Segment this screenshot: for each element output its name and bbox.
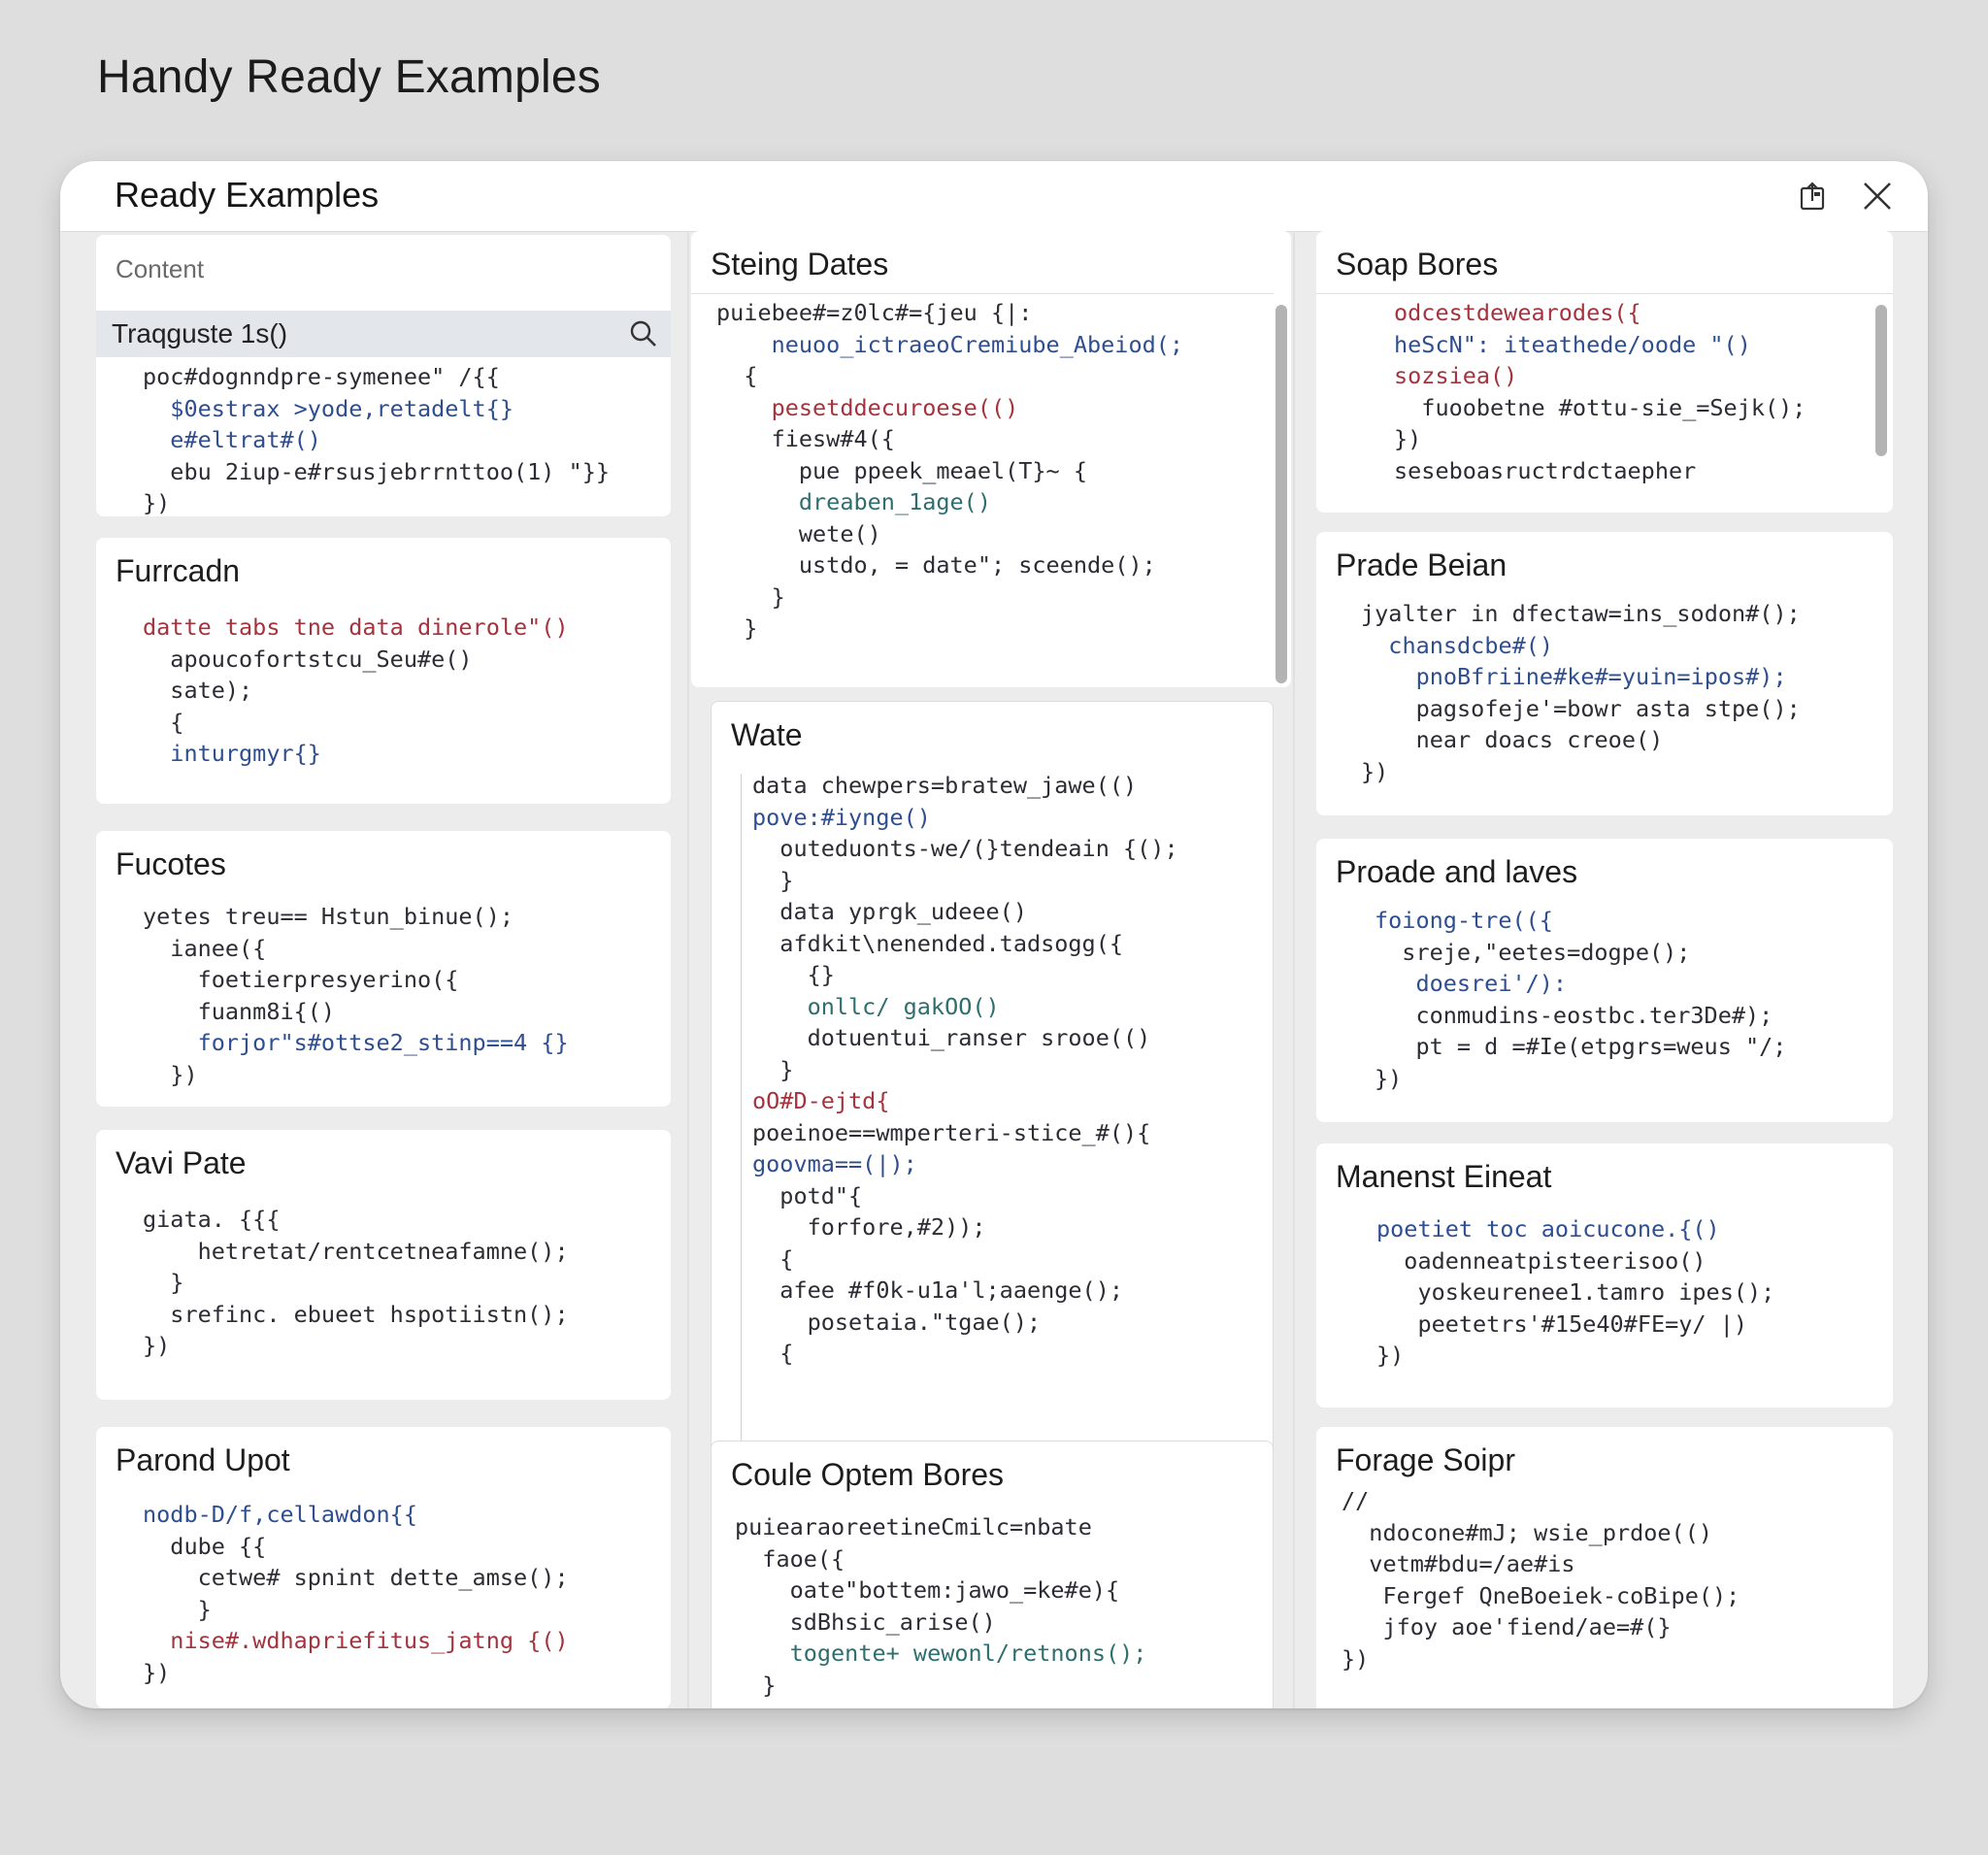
code-snippet: foiong-tre(({ sreje,"eetes=dogpe(); does…: [1375, 907, 1787, 1092]
code-snippet: data chewpers=bratew_jawe(() pove:#iynge(…: [752, 772, 1178, 1367]
card-title: Prade Beian: [1336, 547, 1508, 582]
example-card[interactable]: Furrcadn datte tabs tne data dinerole"()…: [96, 538, 671, 804]
card-title: Vavi Pate: [116, 1145, 247, 1180]
card-title: Fucotes: [116, 846, 226, 881]
code-snippet: datte tabs tne data dinerole"() apoucofo…: [143, 613, 569, 767]
close-button[interactable]: [1856, 175, 1899, 217]
example-card[interactable]: Forage Soipr // ndocone#mJ; wsie_prdoe((…: [1316, 1427, 1893, 1708]
code-snippet: jyalter in dfectaw=ins_sodon#(); chansdc…: [1361, 600, 1801, 785]
card-title: Wate: [731, 717, 803, 752]
column-divider: [1293, 231, 1295, 1708]
page-title: Handy Ready Examples: [97, 51, 601, 103]
code-snippet: // ndocone#mJ; wsie_prdoe(() vetm#bdu=/a…: [1342, 1487, 1740, 1673]
card-title: Forage Soipr: [1336, 1442, 1515, 1477]
code-snippet: poetiet toc aoicucone.{() oadenneatpiste…: [1376, 1215, 1775, 1369]
example-card[interactable]: Parond Upot nodb-D/f,cellawdon{{ dube {{…: [96, 1427, 671, 1708]
card-title: Furrcadn: [116, 553, 241, 588]
scrollbar[interactable]: [1875, 305, 1887, 456]
column-divider: [687, 231, 689, 1708]
close-icon: [1864, 182, 1891, 210]
card-title: Parond Upot: [116, 1442, 290, 1477]
content-label: Content: [116, 254, 205, 283]
example-card[interactable]: Vavi Pate giata. {{{ hetretat/rentcetnea…: [96, 1130, 671, 1400]
card-divider: [691, 293, 1274, 294]
code-snippet: giata. {{{ hetretat/rentcetneafamne(); }…: [143, 1206, 569, 1359]
card-title: Coule Optem Bores: [731, 1457, 1005, 1492]
scrollbar[interactable]: [1276, 305, 1287, 683]
card-title: Soap Bores: [1336, 247, 1499, 282]
search-row[interactable]: Traqguste 1s(): [96, 311, 671, 357]
code-snippet: yetes treu== Hstun_binue(); ianee({ foet…: [143, 903, 569, 1088]
example-card[interactable]: Prade Beian jyalter in dfectaw=ins_sodon…: [1316, 532, 1893, 815]
code-snippet: poc#dognndpre-symenee" /{{ $0estrax >yod…: [143, 363, 611, 516]
card-title: Steing Dates: [711, 247, 889, 282]
dialog-header: Ready Examples: [60, 161, 1928, 232]
code-snippet: puiearaoreetineCmilc=nbate faoe({ oate"b…: [735, 1513, 1147, 1699]
example-card[interactable]: Soap Bores odcestdewearodes({heScN": ite…: [1316, 231, 1893, 513]
search-icon[interactable]: [628, 318, 659, 349]
example-card[interactable]: Steing Dates puiebee#=z0lc#={jeu {|: neu…: [691, 231, 1291, 687]
content-search-panel: Content Traqguste 1s() poc#dognndpre-sym…: [96, 235, 671, 516]
export-icon: [1800, 182, 1825, 211]
search-input[interactable]: Traqguste 1s(): [112, 318, 287, 349]
code-snippet: puiebee#=z0lc#={jeu {|: neuoo_ictraeoCre…: [716, 299, 1184, 642]
code-snippet: odcestdewearodes({heScN": iteathede/oode…: [1394, 299, 1806, 484]
export-button[interactable]: [1792, 175, 1835, 217]
example-card[interactable]: Proade and laves foiong-tre(({ sreje,"ee…: [1316, 839, 1893, 1122]
example-card[interactable]: Coule Optem Bores puiearaoreetineCmilc=n…: [711, 1441, 1274, 1708]
dialog-title: Ready Examples: [115, 175, 380, 215]
example-card[interactable]: Manenst Eineat poetiet toc aoicucone.{()…: [1316, 1143, 1893, 1408]
card-divider: [1316, 293, 1893, 294]
code-snippet: nodb-D/f,cellawdon{{ dube {{ cetwe# spni…: [143, 1501, 569, 1686]
card-title: Proade and laves: [1336, 854, 1578, 889]
example-card[interactable]: Fucotes yetes treu== Hstun_binue(); iane…: [96, 831, 671, 1107]
ready-examples-dialog: Ready Examples Content Traqguste 1s() po: [60, 161, 1928, 1708]
card-title: Manenst Eineat: [1336, 1159, 1552, 1194]
